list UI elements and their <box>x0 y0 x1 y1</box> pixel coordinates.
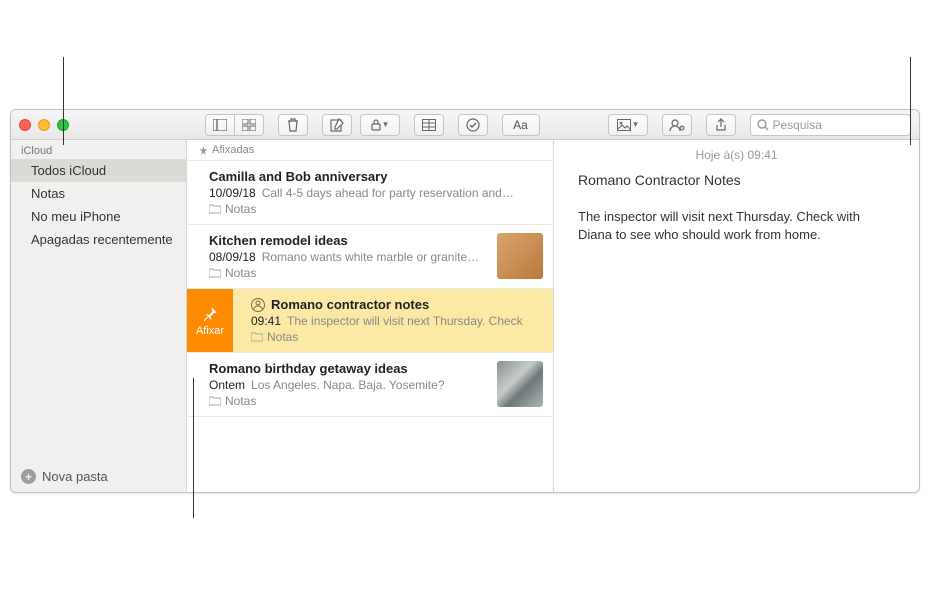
note-thumbnail <box>497 233 543 279</box>
sidebar-item[interactable]: No meu iPhone <box>11 205 186 228</box>
sidebar: iCloud Todos iCloudNotasNo meu iPhoneApa… <box>11 140 187 492</box>
callout-line <box>910 57 911 145</box>
note-row[interactable]: Afixar Romano contractor notes 09:41The in… <box>187 289 553 353</box>
table-button[interactable] <box>414 114 444 136</box>
note-editor[interactable]: Hoje à(s) 09:41 Romano Contractor Notes … <box>554 140 919 492</box>
note-row[interactable]: Kitchen remodel ideas 08/09/18Romano want… <box>187 225 553 289</box>
note-thumbnail <box>497 361 543 407</box>
sidebar-item[interactable]: Notas <box>11 182 186 205</box>
note-row[interactable]: Camilla and Bob anniversary 10/09/18Call … <box>187 161 553 225</box>
new-folder-button[interactable]: + Nova pasta <box>11 461 186 492</box>
search-placeholder: Pesquisa <box>773 118 822 132</box>
lock-button[interactable]: ▾ <box>360 114 400 136</box>
media-button[interactable]: ▾ <box>608 114 648 136</box>
note-row-title: Romano contractor notes <box>251 297 543 312</box>
note-row-meta: 09:41The inspector will visit next Thurs… <box>251 314 543 328</box>
pin-icon <box>199 146 208 155</box>
list-view-button[interactable] <box>205 114 235 136</box>
sidebar-item[interactable]: Apagadas recentemente <box>11 228 186 251</box>
note-row-title: Camilla and Bob anniversary <box>209 169 543 184</box>
sidebar-item[interactable]: Todos iCloud <box>11 159 186 182</box>
note-row-folder: Notas <box>251 330 543 344</box>
note-row-meta: OntemLos Angeles. Napa. Baja. Yosemite? <box>209 378 489 392</box>
note-row[interactable]: Romano birthday getaway ideas OntemLos An… <box>187 353 553 417</box>
format-button[interactable]: Aa <box>502 114 540 136</box>
share-button[interactable] <box>706 114 736 136</box>
titlebar: ▾ Aa ▾ <box>11 110 919 140</box>
checklist-button[interactable] <box>458 114 488 136</box>
note-row-folder: Notas <box>209 266 489 280</box>
note-timestamp: Hoje à(s) 09:41 <box>578 148 895 162</box>
note-list: Afixadas Camilla and Bob anniversary 10/0… <box>187 140 554 492</box>
note-body: The inspector will visit next Thursday. … <box>578 208 868 244</box>
note-row-meta: 10/09/18Call 4-5 days ahead for party re… <box>209 186 543 200</box>
close-window-button[interactable] <box>19 119 31 131</box>
new-note-button[interactable] <box>322 114 352 136</box>
plus-icon: + <box>21 469 36 484</box>
note-row-meta: 08/09/18Romano wants white marble or gra… <box>209 250 489 264</box>
pin-swipe-action[interactable]: Afixar <box>187 289 233 352</box>
search-icon <box>757 119 769 131</box>
pinned-section-header: Afixadas <box>187 140 553 161</box>
sidebar-account-header: iCloud <box>11 140 186 159</box>
delete-button[interactable] <box>278 114 308 136</box>
notes-window: ▾ Aa ▾ <box>10 109 920 493</box>
collaborate-button[interactable] <box>662 114 692 136</box>
note-title: Romano Contractor Notes <box>578 172 895 188</box>
gallery-view-button[interactable] <box>234 114 264 136</box>
minimize-window-button[interactable] <box>38 119 50 131</box>
window-controls <box>19 119 69 131</box>
note-row-folder: Notas <box>209 202 543 216</box>
callout-line <box>193 378 194 518</box>
note-row-title: Kitchen remodel ideas <box>209 233 489 248</box>
note-row-title: Romano birthday getaway ideas <box>209 361 489 376</box>
new-folder-label: Nova pasta <box>42 469 108 484</box>
search-field[interactable]: Pesquisa <box>750 114 912 136</box>
note-row-folder: Notas <box>209 394 489 408</box>
callout-line <box>63 57 64 145</box>
